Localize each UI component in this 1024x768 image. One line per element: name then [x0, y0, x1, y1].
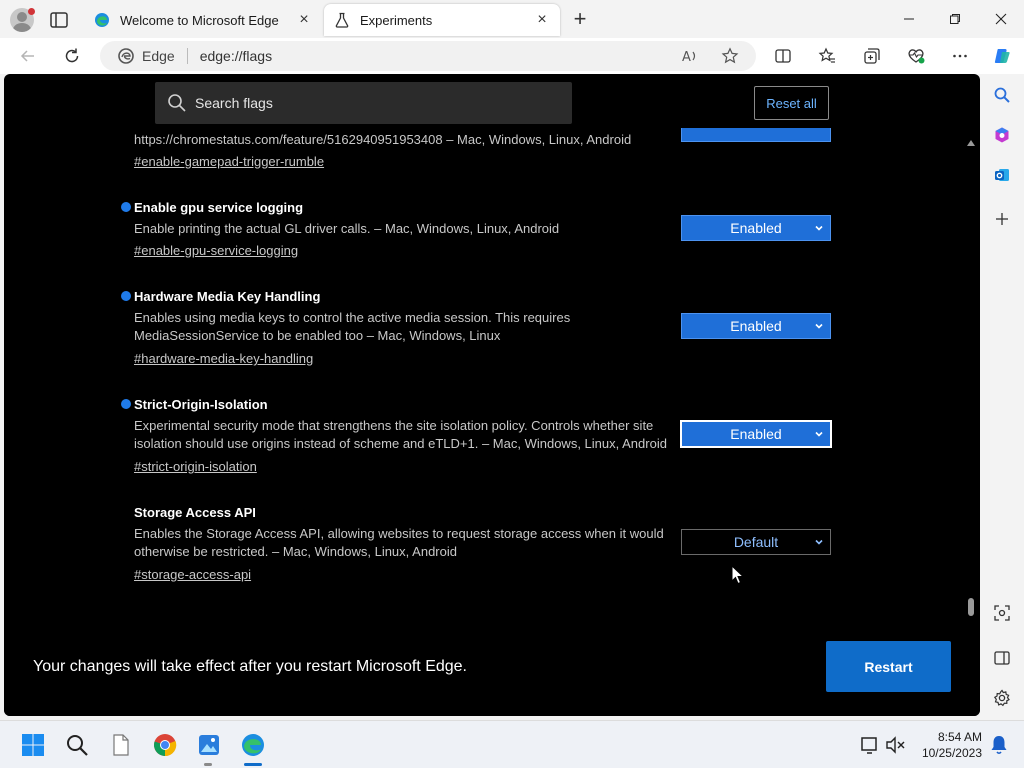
back-icon[interactable]	[14, 43, 42, 69]
flags-list: https://chromestatus.com/feature/5162940…	[4, 128, 980, 618]
search-flags-box[interactable]	[155, 82, 572, 124]
copilot-icon[interactable]	[988, 43, 1016, 69]
flask-icon	[335, 12, 349, 28]
clock-date: 10/25/2023	[921, 746, 982, 760]
flag-description: Experimental security mode that strength…	[134, 418, 667, 451]
flag-select-value: Enabled	[730, 426, 782, 442]
flag-select-hardware-media-key-handling[interactable]: Enabled	[681, 313, 831, 339]
sidebar-settings-gear-icon[interactable]	[991, 687, 1013, 709]
edge-sidebar	[980, 74, 1024, 720]
modified-dot-icon	[121, 399, 131, 409]
browser-toolbar: Edge edge://flags A	[0, 38, 1024, 74]
tab-title: Welcome to Microsoft Edge	[120, 12, 279, 28]
flag-link[interactable]: #enable-gpu-service-logging	[134, 243, 298, 258]
modified-dot-icon	[121, 202, 131, 212]
flag-select-storage-access-api[interactable]: Default	[681, 529, 831, 555]
flags-page: Reset all https://chromestatus.com/featu…	[4, 74, 980, 716]
chevron-down-icon	[815, 225, 823, 231]
tab-close-icon[interactable]: ×	[296, 12, 312, 28]
notification-bell-icon[interactable]	[986, 732, 1012, 758]
scroll-up-arrow-icon[interactable]	[967, 140, 975, 146]
volume-muted-icon[interactable]	[882, 732, 908, 758]
favorites-icon[interactable]	[813, 43, 841, 69]
chevron-down-icon	[815, 431, 823, 437]
sidebar-office-icon[interactable]	[991, 124, 1013, 146]
flag-title: Hardware Media Key Handling	[134, 289, 321, 304]
taskbar-edge-icon[interactable]	[240, 732, 266, 758]
settings-more-icon[interactable]	[946, 43, 974, 69]
tab-experiments[interactable]: Experiments ×	[324, 4, 560, 36]
search-icon	[168, 94, 186, 112]
svg-text:A: A	[682, 50, 691, 65]
flag-description: https://chromestatus.com/feature/5162940…	[134, 132, 632, 147]
modified-dot-icon	[121, 291, 131, 301]
flag-link[interactable]: #enable-gamepad-trigger-rumble	[134, 154, 324, 169]
refresh-icon[interactable]	[58, 43, 86, 69]
flag-description: Enables using media keys to control the …	[134, 310, 571, 343]
chevron-down-icon	[815, 539, 823, 545]
close-window-icon[interactable]	[978, 4, 1024, 34]
windows-taskbar: 8:54 AM 10/25/2023	[0, 720, 1024, 768]
sidebar-hide-icon[interactable]	[991, 647, 1013, 669]
photos-app-icon[interactable]	[196, 732, 222, 758]
profile-notification-dot	[28, 8, 35, 15]
sidebar-add-icon[interactable]	[991, 208, 1013, 230]
chevron-down-icon	[815, 323, 823, 329]
flag-link[interactable]: #storage-access-api	[134, 567, 251, 582]
flag-select-strict-origin-isolation[interactable]: Enabled	[680, 420, 832, 448]
flag-select-value: Enabled	[730, 318, 782, 334]
restore-icon[interactable]	[932, 4, 978, 34]
read-aloud-icon[interactable]: A	[676, 43, 704, 69]
page-scrollbar[interactable]	[966, 136, 976, 622]
taskbar-search-icon[interactable]	[64, 732, 90, 758]
flag-description: Enables the Storage Access API, allowing…	[134, 526, 664, 559]
edge-favicon-icon	[95, 13, 109, 27]
flag-link[interactable]: #hardware-media-key-handling	[134, 351, 313, 366]
flag-title: Strict-Origin-Isolation	[134, 397, 268, 412]
flag-select-value: Enabled	[730, 220, 782, 236]
restart-banner: Your changes will take effect after you …	[4, 618, 980, 716]
taskbar-tray-device-icon[interactable]	[858, 732, 884, 758]
favorite-star-icon[interactable]	[716, 43, 744, 69]
minimize-icon[interactable]	[886, 4, 932, 34]
sidebar-screenshot-icon[interactable]	[991, 602, 1013, 624]
sidebar-outlook-icon[interactable]	[991, 164, 1013, 186]
app-active-indicator	[244, 763, 262, 766]
tab-title: Experiments	[360, 12, 433, 28]
search-input[interactable]	[195, 95, 555, 111]
taskbar-clock[interactable]: 8:54 AM 10/25/2023	[908, 729, 982, 761]
tab-welcome[interactable]: Welcome to Microsoft Edge ×	[84, 4, 322, 36]
address-site-label: Edge	[142, 48, 175, 64]
address-separator	[186, 48, 188, 64]
restart-button[interactable]: Restart	[826, 641, 951, 692]
tab-close-icon[interactable]: ×	[534, 12, 550, 28]
address-url[interactable]: edge://flags	[200, 48, 272, 64]
reset-all-button[interactable]: Reset all	[754, 86, 829, 120]
windows-start-icon[interactable]	[20, 732, 46, 758]
chrome-icon[interactable]	[152, 732, 178, 758]
file-icon[interactable]	[108, 732, 134, 758]
clock-time: 8:54 AM	[937, 730, 982, 744]
new-tab-icon[interactable]: +	[568, 8, 592, 32]
tab-actions-menu-icon[interactable]	[48, 9, 70, 31]
mouse-cursor-icon	[731, 565, 745, 585]
scroll-thumb[interactable]	[968, 598, 974, 616]
address-bar[interactable]: Edge edge://flags	[100, 41, 756, 71]
collections-icon[interactable]	[858, 43, 886, 69]
restart-message: Your changes will take effect after you …	[33, 658, 467, 675]
browser-essentials-icon[interactable]	[902, 43, 930, 69]
edge-logo-icon	[118, 48, 134, 64]
flag-select-partial[interactable]	[681, 128, 831, 142]
flag-link[interactable]: #strict-origin-isolation	[134, 459, 257, 474]
title-bar: Welcome to Microsoft Edge × Experiments …	[0, 0, 1024, 38]
flag-select-gpu-service-logging[interactable]: Enabled	[681, 215, 831, 241]
flag-select-value: Default	[733, 534, 779, 550]
split-screen-icon[interactable]	[769, 43, 797, 69]
flag-title: Enable gpu service logging	[134, 200, 304, 215]
flag-title: Storage Access API	[134, 505, 256, 520]
app-running-indicator	[204, 763, 212, 766]
flag-description: Enable printing the actual GL driver cal…	[134, 221, 560, 236]
sidebar-search-icon[interactable]	[991, 84, 1013, 106]
